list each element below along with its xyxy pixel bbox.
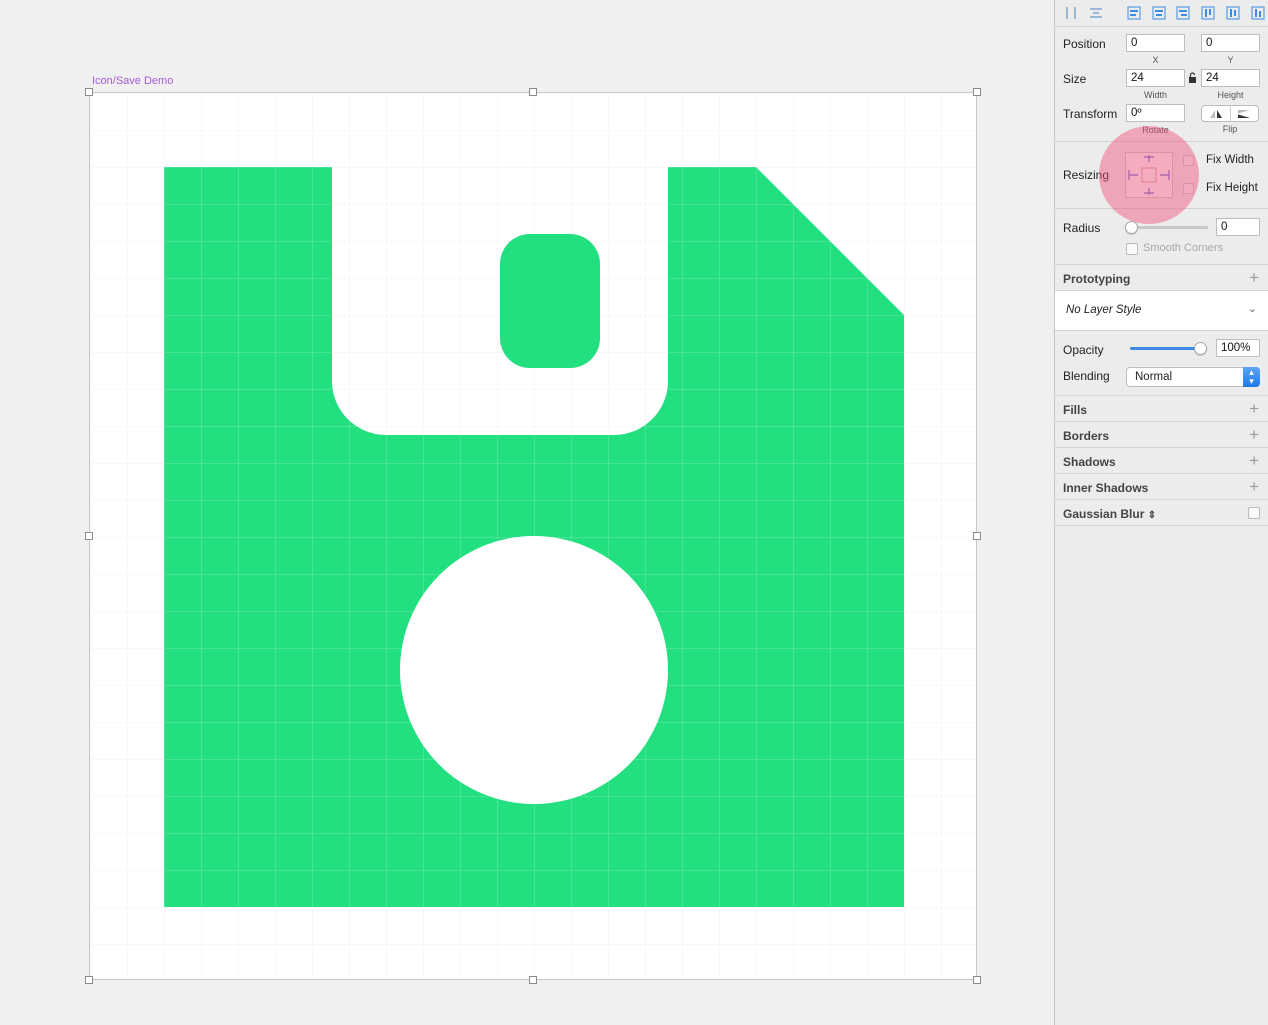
borders-header[interactable]: Borders + bbox=[1055, 422, 1268, 448]
distribute-horizontal-icon[interactable] bbox=[1061, 4, 1081, 22]
opacity-slider[interactable] bbox=[1130, 347, 1204, 350]
radius-label: Radius bbox=[1063, 221, 1101, 235]
resize-handle-tl[interactable] bbox=[85, 88, 93, 96]
blending-label: Blending bbox=[1063, 369, 1110, 383]
gaussian-blur-title: Gaussian Blur ⇕ bbox=[1063, 507, 1156, 521]
add-prototyping-icon[interactable]: + bbox=[1249, 269, 1259, 286]
disk-label-slot bbox=[500, 234, 600, 368]
resize-handle-tr[interactable] bbox=[973, 88, 981, 96]
resize-handle-bl[interactable] bbox=[85, 976, 93, 984]
add-inner-shadow-icon[interactable]: + bbox=[1249, 478, 1259, 495]
radius-field[interactable]: 0 bbox=[1216, 218, 1260, 236]
align-middle-icon[interactable] bbox=[1223, 4, 1243, 22]
layer-style-value: No Layer Style bbox=[1066, 304, 1142, 316]
artboard[interactable] bbox=[89, 92, 977, 980]
blending-value: Normal bbox=[1135, 371, 1173, 383]
resize-handle-t[interactable] bbox=[529, 88, 537, 96]
prototyping-title: Prototyping bbox=[1063, 272, 1131, 286]
chevron-down-icon: ⌄ bbox=[1247, 303, 1257, 315]
align-bottom-icon[interactable] bbox=[1248, 4, 1268, 22]
radius-slider[interactable] bbox=[1130, 226, 1208, 229]
prototyping-header[interactable]: Prototyping + bbox=[1055, 265, 1268, 291]
inspector-panel: Position 0 0 X Y Size 24 24 Width Height… bbox=[1054, 0, 1268, 1025]
fix-height-label: Fix Height bbox=[1206, 182, 1258, 194]
lock-icon[interactable] bbox=[1188, 72, 1197, 86]
shadows-header[interactable]: Shadows + bbox=[1055, 448, 1268, 474]
add-border-icon[interactable]: + bbox=[1249, 426, 1259, 443]
fix-width-label: Fix Width bbox=[1206, 154, 1254, 166]
flip-vertical-icon[interactable] bbox=[1231, 106, 1259, 121]
shadows-title: Shadows bbox=[1063, 455, 1116, 469]
y-caption: Y bbox=[1227, 55, 1234, 65]
save-icon[interactable] bbox=[90, 93, 977, 980]
gaussian-blur-checkbox[interactable] bbox=[1248, 507, 1260, 519]
smooth-corners-checkbox[interactable] bbox=[1126, 243, 1138, 255]
flip-control bbox=[1201, 105, 1259, 122]
artboard-label[interactable]: Icon/Save Demo bbox=[92, 75, 173, 87]
fills-title: Fills bbox=[1063, 403, 1088, 417]
opacity-slider-knob[interactable] bbox=[1194, 342, 1207, 355]
transform-label: Transform bbox=[1063, 107, 1118, 121]
resize-handle-r[interactable] bbox=[973, 532, 981, 540]
size-label: Size bbox=[1063, 72, 1087, 86]
radius-section: Radius 0 Smooth Corners bbox=[1055, 209, 1268, 265]
width-caption: Width bbox=[1143, 90, 1167, 100]
inner-shadows-title: Inner Shadows bbox=[1063, 481, 1149, 495]
flip-horizontal-icon[interactable] bbox=[1202, 106, 1231, 121]
align-right-icon[interactable] bbox=[1173, 4, 1193, 22]
gaussian-blur-header[interactable]: Gaussian Blur ⇕ bbox=[1055, 500, 1268, 526]
resize-handle-b[interactable] bbox=[529, 976, 537, 984]
gaussian-blur-label: Gaussian Blur bbox=[1063, 507, 1145, 521]
height-field[interactable]: 24 bbox=[1201, 69, 1260, 87]
position-x-field[interactable]: 0 bbox=[1126, 34, 1185, 52]
select-arrows-icon: ▴ ▾ bbox=[1243, 367, 1260, 387]
flip-caption: Flip bbox=[1222, 124, 1238, 134]
fills-header[interactable]: Fills + bbox=[1055, 396, 1268, 422]
canvas[interactable]: Icon/Save Demo bbox=[0, 0, 1054, 1025]
distribute-vertical-icon[interactable] bbox=[1086, 4, 1106, 22]
position-y-field[interactable]: 0 bbox=[1201, 34, 1260, 52]
position-label: Position bbox=[1063, 37, 1106, 51]
align-center-icon[interactable] bbox=[1149, 4, 1169, 22]
width-field[interactable]: 24 bbox=[1126, 69, 1185, 87]
rotate-field[interactable]: 0º bbox=[1126, 104, 1185, 122]
inner-shadows-header[interactable]: Inner Shadows + bbox=[1055, 474, 1268, 500]
opacity-label: Opacity bbox=[1063, 343, 1104, 357]
smooth-corners-label: Smooth Corners bbox=[1143, 242, 1224, 254]
up-down-chevron-icon[interactable]: ⇕ bbox=[1148, 510, 1156, 521]
add-shadow-icon[interactable]: + bbox=[1249, 452, 1259, 469]
borders-title: Borders bbox=[1063, 429, 1110, 443]
blending-select[interactable]: Normal ▴ ▾ bbox=[1126, 367, 1260, 387]
radius-slider-knob[interactable] bbox=[1125, 221, 1138, 234]
height-caption: Height bbox=[1217, 90, 1244, 100]
alignment-toolbar bbox=[1055, 0, 1268, 27]
add-fill-icon[interactable]: + bbox=[1249, 400, 1259, 417]
resize-handle-br[interactable] bbox=[973, 976, 981, 984]
layer-style-dropdown[interactable]: No Layer Style ⌄ bbox=[1055, 291, 1268, 331]
align-top-icon[interactable] bbox=[1198, 4, 1218, 22]
disk-hub-circle bbox=[400, 536, 668, 804]
opacity-field[interactable]: 100% bbox=[1216, 339, 1260, 357]
align-left-icon[interactable] bbox=[1124, 4, 1144, 22]
resize-handle-l[interactable] bbox=[85, 532, 93, 540]
x-caption: X bbox=[1152, 55, 1159, 65]
